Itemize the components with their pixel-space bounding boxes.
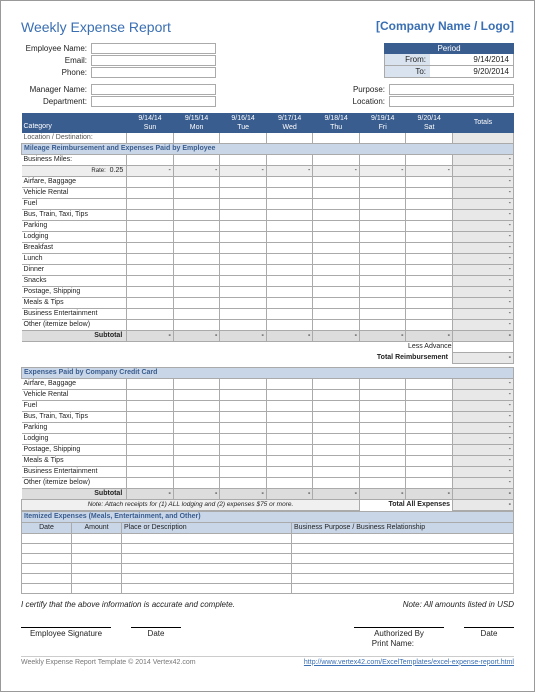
period-header: Period xyxy=(384,43,514,54)
input-location[interactable] xyxy=(389,96,514,107)
manager-fields: Manager Name: Department: xyxy=(21,84,216,107)
itemized-row[interactable] xyxy=(22,533,514,543)
label-dept: Department: xyxy=(21,97,91,106)
sig-date-2: Date xyxy=(464,627,514,638)
itemized-row[interactable] xyxy=(22,583,514,593)
expense-row[interactable]: Postage, Shipping- xyxy=(22,287,514,298)
expense-row[interactable]: Business Entertainment- xyxy=(22,309,514,320)
input-purpose[interactable] xyxy=(389,84,514,95)
col-place: Place or Description xyxy=(122,522,292,533)
sig-date-1: Date xyxy=(131,627,181,638)
sig-auth: Authorized By xyxy=(354,627,444,638)
cert-note: Note: All amounts listed in USD xyxy=(403,600,514,609)
certification: I certify that the above information is … xyxy=(21,600,514,609)
expense-row[interactable]: Meals & Tips- xyxy=(22,298,514,309)
expense-row[interactable]: Parking- xyxy=(22,221,514,232)
category-header: Category9/14/14Sun9/15/14Mon9/16/14Tue9/… xyxy=(22,114,514,133)
expense-row[interactable]: Bus, Train, Taxi, Tips- xyxy=(22,210,514,221)
expense-table: Category9/14/14Sun9/15/14Mon9/16/14Tue9/… xyxy=(21,113,514,511)
less-advances: Less Advances xyxy=(22,342,514,353)
period-box: Period From:9/14/2014 To:9/20/2014 xyxy=(384,43,514,78)
input-emp-name[interactable] xyxy=(91,43,216,54)
page-title: Weekly Expense Report xyxy=(21,19,171,35)
expense-row[interactable]: Other (itemize below)- xyxy=(22,477,514,488)
expense-report-page: Weekly Expense Report [Company Name / Lo… xyxy=(0,0,535,692)
itemized-row[interactable] xyxy=(22,553,514,563)
sig-employee: Employee Signature xyxy=(21,627,111,638)
input-phone[interactable] xyxy=(91,67,216,78)
expense-row[interactable]: Breakfast- xyxy=(22,243,514,254)
employee-fields: Employee Name: Email: Phone: xyxy=(21,43,216,78)
info-row-2: Manager Name: Department: Purpose: Locat… xyxy=(21,84,514,107)
info-row-1: Employee Name: Email: Phone: Period From… xyxy=(21,43,514,78)
expense-row[interactable]: Vehicle Rental- xyxy=(22,188,514,199)
expense-row[interactable]: Parking- xyxy=(22,422,514,433)
expense-row[interactable]: Dinner- xyxy=(22,265,514,276)
expense-row[interactable]: Lunch- xyxy=(22,254,514,265)
footer-link[interactable]: http://www.vertex42.com/ExcelTemplates/e… xyxy=(304,659,514,666)
itemized-header-row: Date Amount Place or Description Busines… xyxy=(22,522,514,533)
expense-row[interactable]: Airfare, Baggage- xyxy=(22,177,514,188)
label-emp-name: Employee Name: xyxy=(21,44,91,53)
cert-text: I certify that the above information is … xyxy=(21,600,235,609)
col-date: Date xyxy=(22,522,72,533)
label-phone: Phone: xyxy=(21,68,91,77)
signature-area: Employee Signature Date Authorized By Da… xyxy=(21,627,514,638)
company-name: [Company Name / Logo] xyxy=(376,19,514,33)
expense-row[interactable]: Meals & Tips- xyxy=(22,455,514,466)
note-total-row: Note: Attach receipts for (1) ALL lodgin… xyxy=(22,499,514,510)
expense-row[interactable]: Snacks- xyxy=(22,276,514,287)
subtotal-2: Subtotal-------- xyxy=(22,488,514,499)
label-purpose: Purpose: xyxy=(339,85,389,94)
expense-row[interactable]: Bus, Train, Taxi, Tips- xyxy=(22,411,514,422)
expense-row[interactable]: Lodging- xyxy=(22,433,514,444)
print-name: Print Name: xyxy=(21,639,514,648)
to-value: 9/20/2014 xyxy=(430,66,513,77)
expense-row[interactable]: Fuel- xyxy=(22,199,514,210)
to-label: To: xyxy=(385,66,430,77)
section3-title: Itemized Expenses (Meals, Entertainment,… xyxy=(22,511,514,522)
expense-row[interactable]: Fuel- xyxy=(22,400,514,411)
input-dept[interactable] xyxy=(91,96,216,107)
footer-left: Weekly Expense Report Template © 2014 Ve… xyxy=(21,659,196,666)
label-manager: Manager Name: xyxy=(21,85,91,94)
location-row[interactable]: Location / Destination: xyxy=(22,133,514,144)
expense-row[interactable]: Vehicle Rental- xyxy=(22,389,514,400)
expense-row[interactable]: Postage, Shipping- xyxy=(22,444,514,455)
col-amount: Amount xyxy=(72,522,122,533)
label-location: Location: xyxy=(339,97,389,106)
from-label: From: xyxy=(385,54,430,65)
header: Weekly Expense Report [Company Name / Lo… xyxy=(21,19,514,35)
expense-row[interactable]: Business Entertainment- xyxy=(22,466,514,477)
total-reimbursement: Total Reimbursement- xyxy=(22,352,514,363)
subtotal-1: Subtotal-------- xyxy=(22,331,514,342)
itemized-row[interactable] xyxy=(22,573,514,583)
expense-row[interactable]: Other (itemize below)- xyxy=(22,320,514,331)
footer: Weekly Expense Report Template © 2014 Ve… xyxy=(21,656,514,666)
itemized-table: Itemized Expenses (Meals, Entertainment,… xyxy=(21,511,514,594)
purpose-fields: Purpose: Location: xyxy=(339,84,514,107)
expense-row[interactable]: Lodging- xyxy=(22,232,514,243)
input-email[interactable] xyxy=(91,55,216,66)
input-manager[interactable] xyxy=(91,84,216,95)
section1-title: Mileage Reimbursement and Expenses Paid … xyxy=(22,144,514,155)
expense-row[interactable]: Airfare, Baggage- xyxy=(22,378,514,389)
itemized-row[interactable] xyxy=(22,563,514,573)
itemized-row[interactable] xyxy=(22,543,514,553)
label-email: Email: xyxy=(21,56,91,65)
rate-row: Rate: 0.25-------- xyxy=(22,166,514,177)
from-value: 9/14/2014 xyxy=(430,54,513,65)
section2-title: Expenses Paid by Company Credit Card xyxy=(22,367,514,378)
business-miles-row[interactable]: Business Miles:- xyxy=(22,155,514,166)
col-purpose: Business Purpose / Business Relationship xyxy=(292,522,514,533)
